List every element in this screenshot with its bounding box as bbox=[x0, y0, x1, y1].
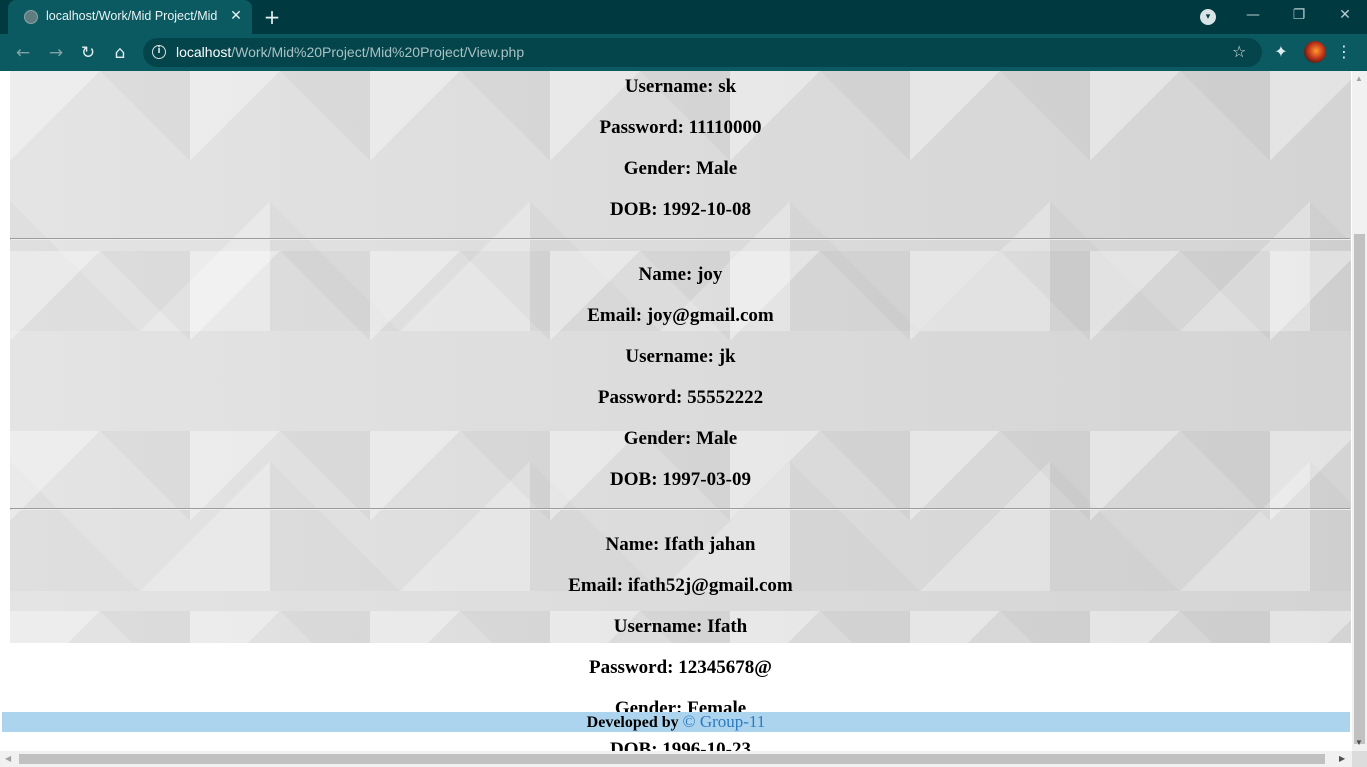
record-field: Gender: Male bbox=[10, 423, 1351, 464]
field-label: Name: bbox=[638, 264, 693, 285]
field-label: Gender: bbox=[623, 428, 692, 449]
record-field: Email: ifath52j@gmail.com bbox=[10, 570, 1351, 611]
record-field: Password: 55552222 bbox=[10, 382, 1351, 423]
vertical-scrollbar[interactable]: ▲ ▼ bbox=[1352, 71, 1367, 751]
browser-toolbar: ← → ↻ ⌂ i localhost/Work/Mid%20Project/M… bbox=[0, 34, 1367, 71]
new-tab-button[interactable]: + bbox=[261, 6, 283, 28]
field-value: 55552222 bbox=[687, 387, 764, 408]
info-icon[interactable]: i bbox=[152, 45, 166, 59]
field-value: ifath52j@gmail.com bbox=[627, 575, 793, 596]
url-path: /Work/Mid%20Project/Mid%20Project/View.p… bbox=[231, 44, 525, 60]
scroll-right-icon[interactable]: ▶ bbox=[1339, 754, 1345, 763]
restore-button[interactable]: ❐ bbox=[1285, 4, 1313, 26]
field-label: DOB: bbox=[610, 469, 658, 490]
field-value: 1996-10-23 bbox=[662, 739, 751, 751]
field-label: Password: bbox=[599, 117, 684, 138]
tab-close-icon[interactable]: ✕ bbox=[227, 7, 245, 25]
record: Name: joy Email: joy@gmail.com Username:… bbox=[10, 240, 1351, 505]
extensions-icon[interactable]: ✦ bbox=[1271, 42, 1291, 62]
horizontal-scroll-thumb[interactable] bbox=[19, 754, 1325, 764]
scroll-left-icon[interactable]: ◀ bbox=[5, 754, 11, 763]
page-viewport: Username: sk Password: 11110000 Gender: … bbox=[0, 71, 1352, 751]
record-field: Password: 11110000 bbox=[10, 112, 1351, 153]
field-label: Email: bbox=[568, 575, 624, 596]
field-label: Password: bbox=[589, 657, 674, 678]
back-icon[interactable]: ← bbox=[12, 42, 34, 64]
url-text[interactable]: localhost/Work/Mid%20Project/Mid%20Proje… bbox=[176, 44, 524, 60]
footer-developed-by: Developed by bbox=[586, 714, 679, 731]
field-value: Male bbox=[696, 428, 738, 449]
field-value: joy@gmail.com bbox=[646, 305, 774, 326]
field-value: Male bbox=[696, 158, 738, 179]
field-value: Ifath bbox=[707, 616, 748, 637]
url-host: localhost bbox=[176, 44, 232, 60]
forward-icon[interactable]: → bbox=[45, 42, 67, 64]
field-value: sk bbox=[718, 76, 737, 97]
field-label: DOB: bbox=[610, 199, 658, 220]
vertical-scroll-thumb[interactable] bbox=[1354, 234, 1365, 744]
field-label: Username: bbox=[625, 346, 714, 367]
field-value: 11110000 bbox=[688, 117, 762, 138]
field-label: Username: bbox=[624, 76, 714, 97]
menu-icon[interactable]: ⋮ bbox=[1336, 42, 1352, 62]
browser-tab-strip: localhost/Work/Mid Project/Mid ✕ + ▾ — ❐… bbox=[0, 0, 1367, 34]
field-label: Name: bbox=[605, 534, 660, 555]
star-icon[interactable]: ☆ bbox=[1232, 42, 1246, 61]
field-label: Username: bbox=[613, 616, 703, 637]
record-field: Gender: Male bbox=[10, 153, 1351, 194]
record-field: Password: 12345678@ bbox=[10, 652, 1351, 693]
field-label: Email: bbox=[587, 305, 643, 326]
record-field: Name: joy bbox=[10, 259, 1351, 300]
record-field: Email: joy@gmail.com bbox=[10, 300, 1351, 341]
field-value: Ifath jahan bbox=[664, 534, 756, 555]
record-field: Username: sk bbox=[10, 71, 1351, 112]
field-value: joy bbox=[697, 264, 723, 285]
field-value: jk bbox=[718, 346, 736, 367]
horizontal-scrollbar[interactable]: ◀ ▶ bbox=[0, 751, 1352, 767]
record-field: Username: jk bbox=[10, 341, 1351, 382]
tab-title: localhost/Work/Mid Project/Mid bbox=[46, 9, 218, 23]
record-field: DOB: 1997-03-09 bbox=[10, 464, 1351, 505]
record: Username: sk Password: 11110000 Gender: … bbox=[10, 71, 1351, 235]
reload-icon[interactable]: ↻ bbox=[77, 42, 99, 64]
field-value: 1992-10-08 bbox=[662, 199, 751, 220]
field-label: Gender: bbox=[623, 158, 692, 179]
window-close-button[interactable]: ✕ bbox=[1331, 4, 1359, 26]
tab-search-icon[interactable]: ▾ bbox=[1200, 9, 1216, 25]
field-value: 1997-03-09 bbox=[662, 469, 751, 490]
record-field: Username: Ifath bbox=[10, 611, 1351, 652]
field-label: Password: bbox=[597, 387, 683, 408]
home-icon[interactable]: ⌂ bbox=[109, 42, 131, 64]
field-label: DOB: bbox=[610, 739, 658, 751]
scroll-up-icon[interactable]: ▲ bbox=[1355, 74, 1363, 83]
browser-tab[interactable]: localhost/Work/Mid Project/Mid ✕ bbox=[8, 0, 252, 34]
footer-group-link[interactable]: © Group-11 bbox=[683, 712, 766, 731]
field-value: 12345678@ bbox=[678, 657, 772, 678]
record-field: DOB: 1996-10-23 bbox=[10, 734, 1351, 751]
scrollbar-corner bbox=[1352, 751, 1367, 767]
records-list: Username: sk Password: 11110000 Gender: … bbox=[10, 71, 1351, 751]
record-field: DOB: 1992-10-08 bbox=[10, 194, 1351, 235]
address-bar[interactable]: i localhost/Work/Mid%20Project/Mid%20Pro… bbox=[143, 38, 1262, 67]
globe-icon bbox=[24, 10, 38, 24]
footer: Developed by © Group-11 bbox=[2, 712, 1350, 732]
avatar[interactable] bbox=[1304, 41, 1326, 63]
record-field: Name: Ifath jahan bbox=[10, 529, 1351, 570]
scroll-down-icon[interactable]: ▼ bbox=[1355, 738, 1363, 747]
minimize-button[interactable]: — bbox=[1239, 4, 1267, 26]
